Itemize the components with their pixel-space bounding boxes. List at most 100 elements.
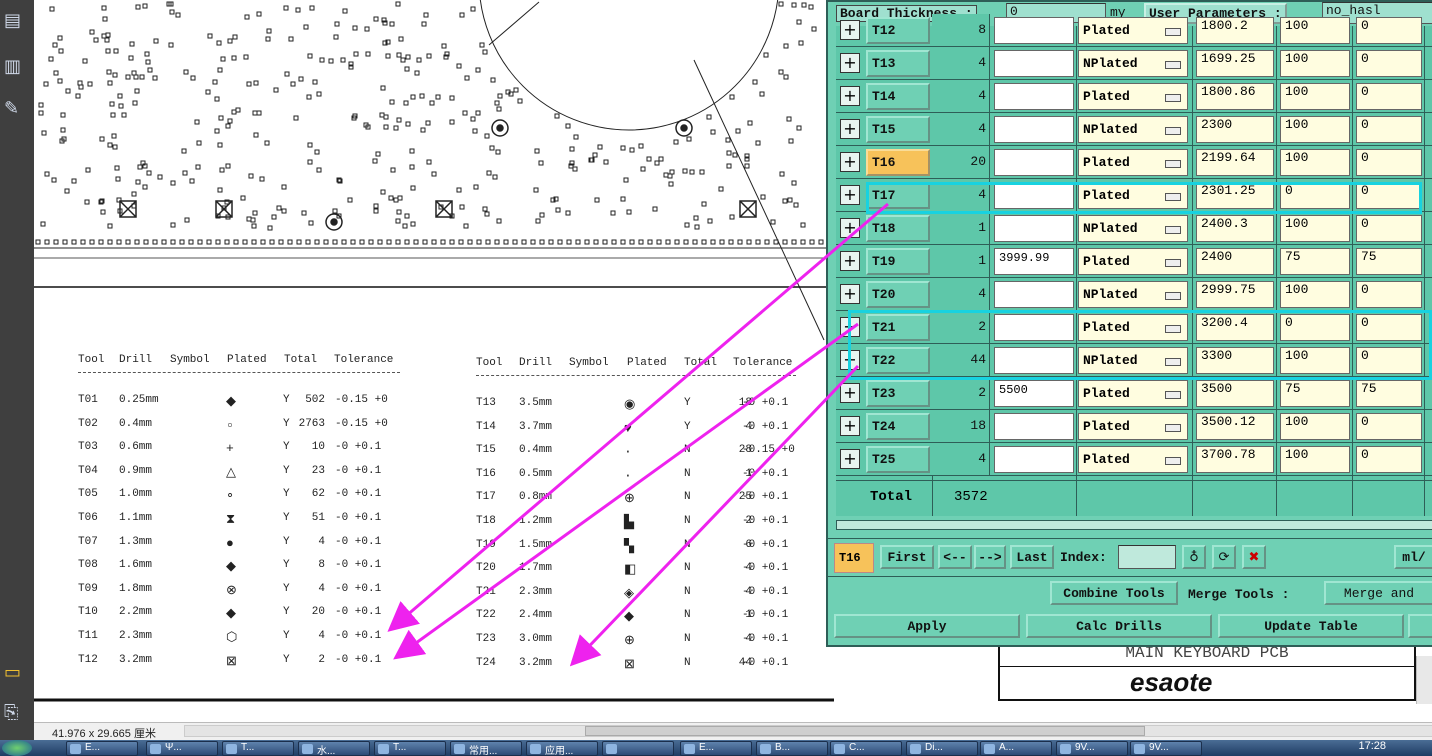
refresh-icon[interactable]: ⟳: [1212, 545, 1236, 569]
param-a-field[interactable]: 100: [1280, 17, 1350, 44]
tool-input[interactable]: [994, 446, 1074, 473]
param-a-field[interactable]: 75: [1280, 380, 1350, 407]
plated-select[interactable]: Plated: [1078, 149, 1188, 176]
tool-button[interactable]: T24: [866, 413, 930, 440]
expand-icon[interactable]: +: [840, 185, 860, 205]
expand-icon[interactable]: +: [840, 119, 860, 139]
attachment-icon[interactable]: ⎘: [4, 702, 26, 723]
param-b-field[interactable]: 0: [1356, 116, 1422, 143]
tool-button[interactable]: T15: [866, 116, 930, 143]
drill-size-field[interactable]: 3500: [1196, 380, 1274, 407]
drill-size-field[interactable]: 2300: [1196, 116, 1274, 143]
taskbar-item[interactable]: A...: [980, 741, 1052, 756]
more-button[interactable]: [1408, 614, 1432, 638]
plated-select[interactable]: NPlated: [1078, 215, 1188, 242]
param-b-field[interactable]: 0: [1356, 50, 1422, 77]
tool-button[interactable]: T12: [866, 17, 930, 44]
param-a-field[interactable]: 100: [1280, 281, 1350, 308]
param-a-field[interactable]: 100: [1280, 215, 1350, 242]
plated-select[interactable]: Plated: [1078, 380, 1188, 407]
param-b-field[interactable]: 0: [1356, 17, 1422, 44]
drill-size-field[interactable]: 2400: [1196, 248, 1274, 275]
tool-input[interactable]: 5500: [994, 380, 1074, 407]
param-a-field[interactable]: 100: [1280, 149, 1350, 176]
drill-size-field[interactable]: 3700.78: [1196, 446, 1274, 473]
expand-icon[interactable]: +: [840, 53, 860, 73]
plated-select[interactable]: Plated: [1078, 413, 1188, 440]
drill-size-field[interactable]: 1699.25: [1196, 50, 1274, 77]
taskbar-item[interactable]: 9V...: [1056, 741, 1128, 756]
apply-button[interactable]: Apply: [834, 614, 1020, 638]
pages-icon[interactable]: ▤: [4, 10, 26, 31]
update-table-button[interactable]: Update Table: [1218, 614, 1404, 638]
index-input[interactable]: [1118, 545, 1176, 569]
param-b-field[interactable]: 0: [1356, 149, 1422, 176]
param-b-field[interactable]: 0: [1356, 83, 1422, 110]
taskbar-item[interactable]: T...: [222, 741, 294, 756]
tool-button[interactable]: T25: [866, 446, 930, 473]
tool-input[interactable]: [994, 281, 1074, 308]
taskbar-item[interactable]: C...: [830, 741, 902, 756]
taskbar-item[interactable]: [602, 741, 674, 756]
drill-size-field[interactable]: 2400.3: [1196, 215, 1274, 242]
drill-size-field[interactable]: 3500.12: [1196, 413, 1274, 440]
param-a-field[interactable]: 100: [1280, 446, 1350, 473]
param-a-field[interactable]: 100: [1280, 83, 1350, 110]
merge-mode-select[interactable]: Merge and: [1324, 581, 1432, 605]
taskbar-item[interactable]: 水...: [298, 741, 370, 756]
signatures-icon[interactable]: ✎: [4, 98, 26, 119]
units-button[interactable]: ml/: [1394, 545, 1432, 569]
tool-input[interactable]: [994, 149, 1074, 176]
start-button[interactable]: [2, 740, 32, 756]
vertical-scrollbar[interactable]: [1416, 656, 1432, 704]
combine-tools-button[interactable]: Combine Tools: [1050, 581, 1178, 605]
tool-input[interactable]: [994, 413, 1074, 440]
lightbulb-icon[interactable]: ♁: [1182, 545, 1206, 569]
prev-button[interactable]: <--: [938, 545, 972, 569]
expand-icon[interactable]: +: [840, 284, 860, 304]
tool-input[interactable]: [994, 83, 1074, 110]
param-b-field[interactable]: 0: [1356, 281, 1422, 308]
param-b-field[interactable]: 0: [1356, 413, 1422, 440]
taskbar-item[interactable]: 常用...: [450, 741, 522, 756]
taskbar-item[interactable]: Ψ...: [146, 741, 218, 756]
param-b-field[interactable]: 75: [1356, 248, 1422, 275]
tool-button[interactable]: T19: [866, 248, 930, 275]
param-a-field[interactable]: 100: [1280, 50, 1350, 77]
bookmarks-icon[interactable]: ▥: [4, 56, 26, 77]
taskbar-item[interactable]: B...: [756, 741, 828, 756]
expand-icon[interactable]: +: [840, 86, 860, 106]
expand-icon[interactable]: +: [840, 383, 860, 403]
param-b-field[interactable]: 75: [1356, 380, 1422, 407]
drill-size-field[interactable]: 1800.2: [1196, 17, 1274, 44]
plated-select[interactable]: NPlated: [1078, 116, 1188, 143]
taskbar-item[interactable]: E...: [66, 741, 138, 756]
param-a-field[interactable]: 75: [1280, 248, 1350, 275]
plated-select[interactable]: Plated: [1078, 446, 1188, 473]
tool-button[interactable]: T18: [866, 215, 930, 242]
tool-input[interactable]: [994, 116, 1074, 143]
taskbar-item[interactable]: 9V...: [1130, 741, 1202, 756]
drill-size-field[interactable]: 2999.75: [1196, 281, 1274, 308]
calc-drills-button[interactable]: Calc Drills: [1026, 614, 1212, 638]
tool-input[interactable]: 3999.99: [994, 248, 1074, 275]
tool-input[interactable]: [994, 17, 1074, 44]
taskbar-item[interactable]: T...: [374, 741, 446, 756]
taskbar-item[interactable]: Di...: [906, 741, 978, 756]
horizontal-scrollbar[interactable]: [836, 520, 1432, 530]
taskbar-item[interactable]: E...: [680, 741, 752, 756]
expand-icon[interactable]: +: [840, 251, 860, 271]
plated-select[interactable]: Plated: [1078, 17, 1188, 44]
expand-icon[interactable]: +: [840, 416, 860, 436]
param-b-field[interactable]: 0: [1356, 446, 1422, 473]
tool-button[interactable]: T13: [866, 50, 930, 77]
param-b-field[interactable]: 0: [1356, 215, 1422, 242]
first-button[interactable]: First: [880, 545, 934, 569]
comment-icon[interactable]: ▭: [4, 662, 26, 683]
param-a-field[interactable]: 100: [1280, 413, 1350, 440]
plated-select[interactable]: Plated: [1078, 248, 1188, 275]
plated-select[interactable]: NPlated: [1078, 281, 1188, 308]
drill-size-field[interactable]: 1800.86: [1196, 83, 1274, 110]
expand-icon[interactable]: +: [840, 449, 860, 469]
doc-hscroll[interactable]: [184, 725, 1432, 737]
